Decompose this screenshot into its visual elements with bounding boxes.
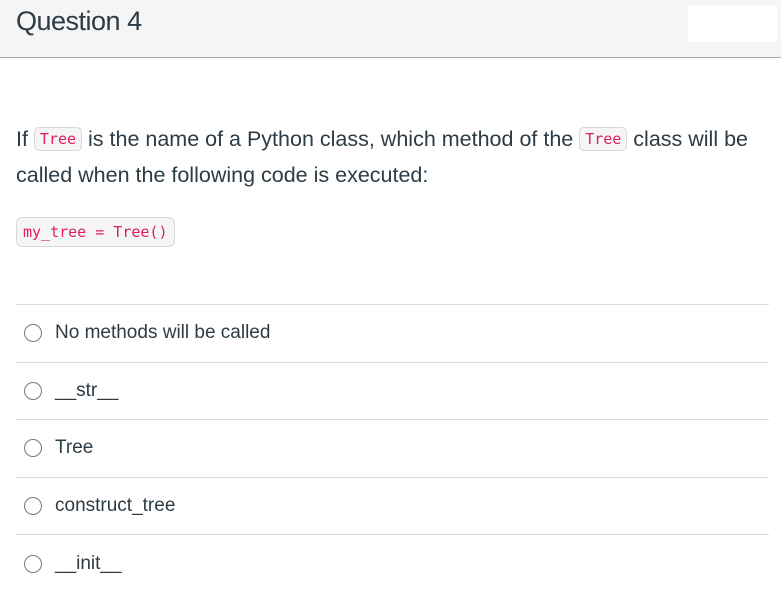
- question-title: Question 4: [16, 6, 142, 36]
- answer-option[interactable]: Tree: [16, 419, 769, 477]
- answer-option[interactable]: __init__: [16, 534, 769, 592]
- answer-option[interactable]: __str__: [16, 361, 769, 420]
- radio-button[interactable]: [24, 497, 42, 516]
- answer-label: construct_tree: [55, 495, 176, 517]
- radio-button[interactable]: [24, 324, 42, 343]
- question-text: If Tree is the name of a Python class, w…: [16, 121, 776, 193]
- answer-option[interactable]: construct_tree: [16, 476, 769, 535]
- answer-label: __init__: [55, 552, 122, 574]
- radio-button[interactable]: [24, 439, 42, 458]
- inline-code: Tree: [33, 127, 83, 151]
- points-box: [688, 5, 777, 42]
- question-text-part: is the name of a Python class, which met…: [82, 127, 580, 151]
- answer-option[interactable]: No methods will be called: [16, 304, 769, 362]
- radio-button[interactable]: [24, 554, 42, 573]
- question-header: Question 4: [0, 0, 781, 58]
- inline-code: Tree: [579, 127, 628, 151]
- question-text-part: If: [16, 127, 34, 151]
- code-snippet: my_tree = Tree(): [16, 217, 175, 247]
- radio-button[interactable]: [24, 381, 42, 400]
- answer-label: __str__: [55, 379, 119, 401]
- answer-label: Tree: [55, 437, 94, 459]
- answer-label: No methods will be called: [55, 322, 271, 344]
- answer-list: No methods will be called __str__ Tree c…: [16, 304, 769, 592]
